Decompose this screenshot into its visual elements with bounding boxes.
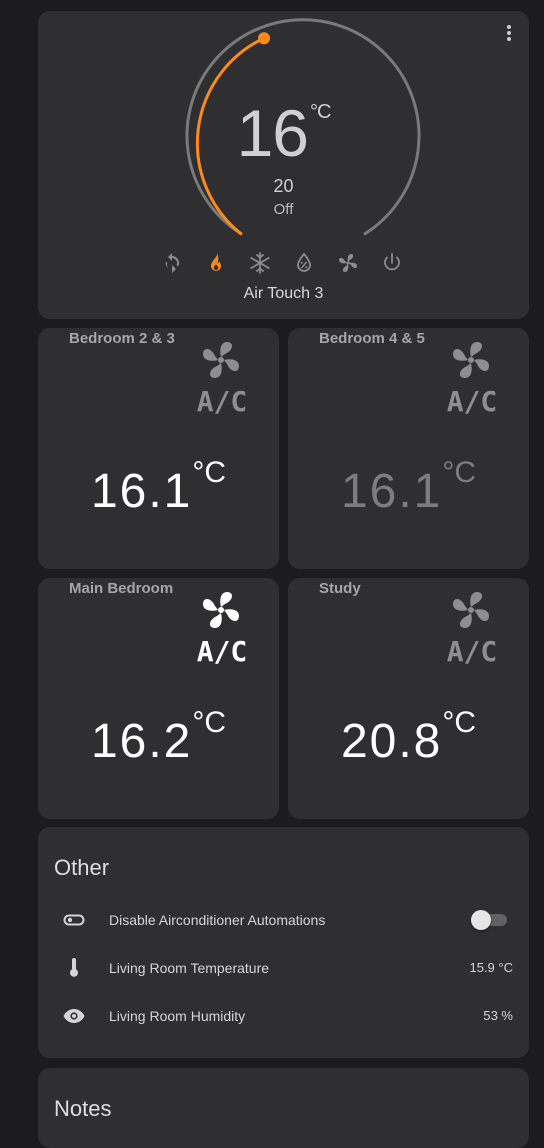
- hvac-mode-bar: [160, 251, 410, 277]
- snowflake-icon[interactable]: [248, 251, 272, 275]
- air-conditioner-icon: A/C: [447, 342, 498, 414]
- fan-icon[interactable]: [336, 251, 360, 275]
- room-temperature: 16.2°C: [90, 706, 227, 768]
- notes-card: Notes: [38, 1068, 529, 1148]
- eye-icon: [63, 1009, 85, 1023]
- thermostat-card: 16 °C 20 Off Air Touch 3: [38, 11, 529, 319]
- room-name: Bedroom 4 & 5: [319, 330, 425, 347]
- card-title: Other: [54, 855, 110, 880]
- current-temperature: 16 °C: [236, 96, 332, 170]
- room-tile-study[interactable]: Study A/C 20.8°C: [288, 578, 529, 819]
- room-temperature: 20.8°C: [340, 706, 477, 768]
- room-temperature: 16.1°C: [90, 456, 227, 518]
- entity-label: Living Room Humidity: [109, 1008, 246, 1024]
- entity-value: 15.9 °C: [469, 960, 513, 975]
- thermostat-name: Air Touch 3: [243, 285, 324, 302]
- dial-handle: [258, 32, 270, 45]
- ac-label: A/C: [447, 635, 498, 664]
- refresh-icon[interactable]: [160, 251, 184, 275]
- flame-icon[interactable]: [204, 251, 228, 275]
- target-temperature: 20: [273, 176, 294, 196]
- room-tile-main-bedroom[interactable]: Main Bedroom A/C 16.2°C: [38, 578, 279, 819]
- air-conditioner-icon: A/C: [197, 592, 248, 664]
- power-icon[interactable]: [380, 251, 404, 275]
- automation-toggle[interactable]: [471, 910, 509, 930]
- toggle-switch-icon: [63, 914, 85, 926]
- room-name: Bedroom 2 & 3: [69, 330, 175, 347]
- hvac-state: Off: [273, 201, 294, 218]
- ac-label: A/C: [197, 635, 248, 664]
- room-name: Main Bedroom: [69, 580, 174, 597]
- entity-label: Disable Airconditioner Automations: [109, 912, 326, 928]
- more-options-icon[interactable]: [501, 23, 517, 45]
- ac-label: A/C: [447, 385, 498, 414]
- other-card: Other Disable Airconditioner Automations…: [38, 827, 529, 1058]
- room-tile-bedroom-2-3[interactable]: Bedroom 2 & 3 A/C 16.1°C: [38, 328, 279, 569]
- entity-row-living-room-humidity[interactable]: Living Room Humidity 53 %: [38, 996, 529, 1036]
- entity-label: Living Room Temperature: [109, 960, 270, 976]
- air-conditioner-icon: A/C: [197, 342, 248, 414]
- card-title: Notes: [54, 1096, 112, 1121]
- thermometer-icon: [70, 958, 78, 977]
- temperature-unit: °C: [309, 101, 331, 123]
- entity-value: 53 %: [483, 1008, 513, 1023]
- room-name: Study: [319, 580, 361, 597]
- entity-row-living-room-temperature[interactable]: Living Room Temperature 15.9 °C: [38, 948, 529, 988]
- water-percent-icon[interactable]: [292, 251, 316, 275]
- room-tile-bedroom-4-5[interactable]: Bedroom 4 & 5 A/C 16.1°C: [288, 328, 529, 569]
- room-temperature: 16.1°C: [340, 456, 477, 518]
- entity-row-disable-automations[interactable]: Disable Airconditioner Automations: [38, 900, 529, 940]
- air-conditioner-icon: A/C: [447, 592, 498, 664]
- ac-label: A/C: [197, 385, 248, 414]
